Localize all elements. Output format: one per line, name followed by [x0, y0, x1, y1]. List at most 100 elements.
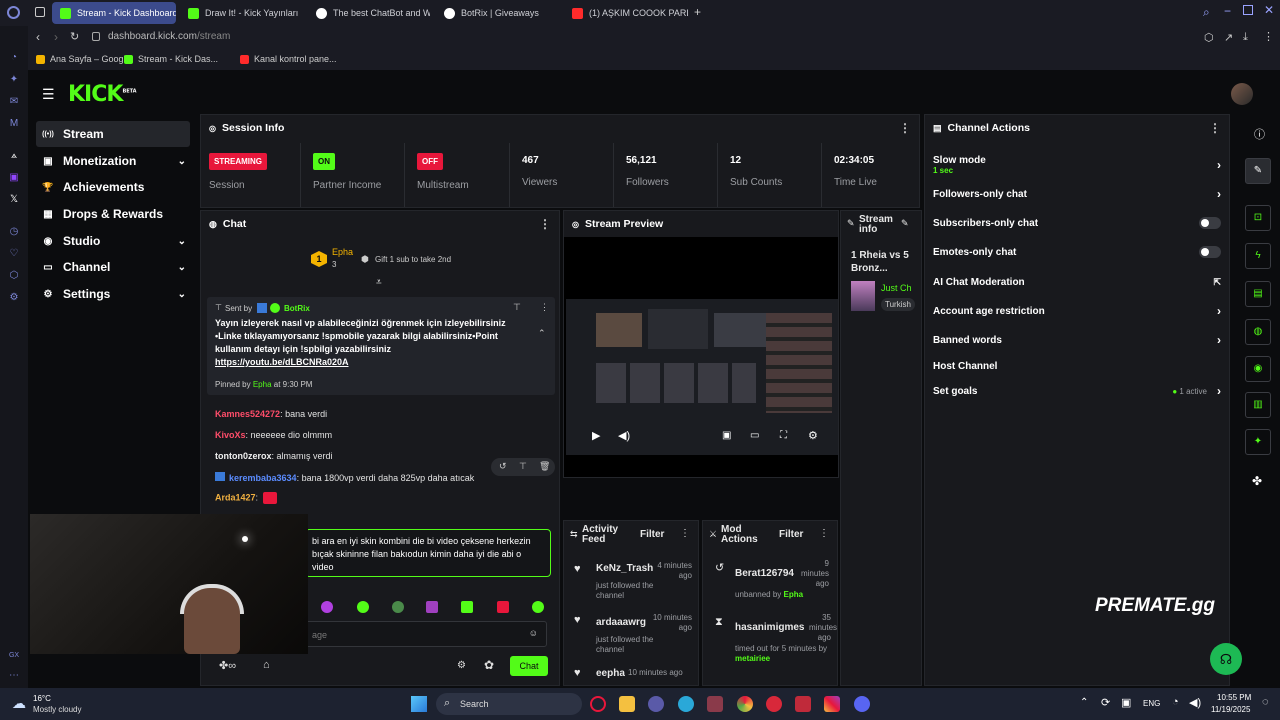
gx-icon[interactable]: GX: [8, 650, 20, 662]
mod-by[interactable]: Epha: [784, 590, 804, 599]
tab-botrix-giveaways[interactable]: BotRix | Giveaways: [436, 2, 560, 24]
url-field[interactable]: dashboard.kick.com/stream: [108, 31, 230, 42]
more-options-icon[interactable]: ⋮: [680, 528, 690, 539]
emote-icon[interactable]: [357, 601, 369, 613]
tray-icon[interactable]: ⟳: [1101, 696, 1110, 709]
opera-taskbar-icon[interactable]: [590, 696, 606, 712]
tray-icon[interactable]: ▣: [1121, 696, 1131, 709]
chat-send-button[interactable]: Chat: [510, 656, 548, 676]
minimize-icon[interactable]: −: [1224, 4, 1231, 18]
share-icon[interactable]: ↗: [1224, 31, 1233, 44]
explorer-icon[interactable]: [619, 696, 635, 712]
aria-icon[interactable]: ✦: [8, 74, 20, 86]
messenger-icon[interactable]: ✉: [8, 96, 20, 108]
pinned-more-icon[interactable]: ⋮: [540, 302, 549, 313]
bookmark-icon[interactable]: ♡: [8, 248, 20, 260]
more-options-icon[interactable]: ⋮: [899, 121, 911, 135]
action-host-channel[interactable]: Host Channel: [933, 359, 1221, 373]
notification-icon[interactable]: ◌: [1262, 696, 1269, 708]
back-icon[interactable]: ‹: [36, 30, 40, 44]
volume-icon[interactable]: ◀): [1189, 696, 1201, 709]
app-icon[interactable]: [648, 696, 664, 712]
pip-icon[interactable]: ▣: [722, 430, 731, 441]
tab-stream-dashboard[interactable]: Stream - Kick Dashboard: [52, 2, 176, 24]
app-icon[interactable]: [795, 696, 811, 712]
store-icon[interactable]: ⌂: [263, 659, 270, 671]
action-set-goals[interactable]: Set goals ● 1 active ›: [933, 384, 1221, 398]
bookmark-google[interactable]: Ana Sayfa – Googl...: [36, 54, 133, 64]
nav-studio[interactable]: ◉ Studio ⌄: [36, 228, 190, 254]
more-options-icon[interactable]: ⋮: [1209, 121, 1221, 135]
more-icon[interactable]: ⋯: [8, 670, 20, 682]
more-options-icon[interactable]: ⋮: [539, 217, 551, 231]
activity-user[interactable]: KeNz_Trash: [596, 563, 653, 574]
forward-icon[interactable]: ›: [54, 30, 58, 44]
instagram-icon[interactable]: [824, 696, 840, 712]
chat-bottom-left-icon[interactable]: ✤∞: [219, 659, 236, 672]
speed-dial-icon[interactable]: ◔: [8, 52, 20, 64]
nav-stream[interactable]: ((•)) Stream: [36, 121, 190, 147]
edge-icon[interactable]: [678, 696, 694, 712]
start-icon[interactable]: [411, 696, 427, 712]
mod-user[interactable]: Berat126794: [735, 568, 794, 579]
download-icon[interactable]: ⤓: [1243, 31, 1248, 44]
layout-icon[interactable]: ▥: [1245, 392, 1271, 418]
extensions-icon[interactable]: ⬡: [1204, 31, 1214, 44]
media-icon[interactable]: [766, 696, 782, 712]
pinned-link[interactable]: https://youtu.be/dLBCNRa020A: [215, 357, 349, 367]
discord-icon[interactable]: [854, 696, 870, 712]
camera-capture-icon[interactable]: ⊡: [1245, 205, 1271, 231]
send-message-field[interactable]: age ☺: [305, 621, 547, 647]
tray-chevron-icon[interactable]: ⌃: [1080, 697, 1088, 708]
lightning-icon[interactable]: ϟ: [1245, 243, 1271, 269]
action-account-age[interactable]: Account age restriction ›: [933, 304, 1221, 318]
edit-icon[interactable]: ✎: [901, 218, 909, 229]
taskbar-search[interactable]: ⌕ Search: [436, 693, 582, 715]
clock-time[interactable]: 10:55 PM: [1217, 693, 1251, 702]
activity-user[interactable]: ardaaawrg: [596, 617, 646, 628]
clock-date[interactable]: 11/19/2025: [1211, 705, 1250, 714]
tab-chatbot[interactable]: The best ChatBot and Wi: [308, 2, 430, 24]
puzzle-icon[interactable]: ✤: [1252, 474, 1262, 488]
nav-drops-rewards[interactable]: ▦ Drops & Rewards: [36, 201, 190, 227]
emote-icon[interactable]: [497, 601, 509, 613]
edit-icon[interactable]: ✎: [1245, 158, 1271, 184]
bookmark-kick[interactable]: Stream - Kick Das...: [124, 54, 218, 64]
unpin-icon[interactable]: ⊤: [513, 302, 521, 313]
action-ai-moderation[interactable]: AI Chat Moderation ⇱: [933, 275, 1221, 289]
play-icon[interactable]: ▶: [592, 429, 600, 442]
app-icon[interactable]: [707, 696, 723, 712]
mod-user[interactable]: hasanimigmes: [735, 622, 804, 633]
action-emotes-only[interactable]: Emotes-only chat: [933, 245, 1221, 259]
volume-icon[interactable]: ◀): [618, 429, 630, 442]
subscribers-only-toggle[interactable]: [1199, 217, 1221, 229]
action-followers-only[interactable]: Followers-only chat ›: [933, 187, 1221, 201]
twitch-icon[interactable]: ▣: [8, 172, 20, 184]
language-indicator[interactable]: ENG: [1143, 699, 1160, 708]
settings-icon[interactable]: ⚙: [8, 292, 20, 304]
opera-logo-icon[interactable]: [7, 6, 20, 19]
menu-icon[interactable]: ⋮: [1263, 30, 1274, 43]
nav-achievements[interactable]: 🏆 Achievements: [36, 174, 190, 200]
chat-user[interactable]: Kamnes524272: [215, 409, 280, 419]
history-icon[interactable]: ◷: [8, 226, 20, 238]
kick-icon[interactable]: ⟑: [8, 150, 20, 162]
radio-icon[interactable]: ◉: [1245, 356, 1271, 382]
emoji-icon[interactable]: ☺: [529, 628, 538, 638]
nav-settings[interactable]: ⚙ Settings ⌄: [36, 281, 190, 307]
collapse-icon[interactable]: ⩡: [376, 277, 382, 288]
chat-user[interactable]: Arda1427: [215, 492, 256, 502]
chat-user[interactable]: tonton0zerox: [215, 451, 272, 461]
action-slow-mode[interactable]: Slow mode 1 sec ›: [933, 153, 1221, 177]
chat-user[interactable]: KivoXs: [215, 430, 246, 440]
category-name[interactable]: Just Ch: [881, 283, 912, 293]
chat-input-box[interactable]: bi ara en iyi skin kombini die bi video …: [305, 529, 551, 577]
support-chat-icon[interactable]: ☊: [1210, 643, 1242, 675]
kick-logo[interactable]: KICKBETA: [68, 82, 137, 107]
delete-icon[interactable]: 🗑: [539, 461, 550, 472]
nav-monetization[interactable]: ▣ Monetization ⌄: [36, 148, 190, 174]
bookmark-youtube[interactable]: Kanal kontrol pane...: [240, 54, 337, 64]
expand-chevron-icon[interactable]: ⌃: [538, 328, 546, 339]
hamburger-menu-icon[interactable]: ☰: [42, 86, 55, 103]
tab-draw-it[interactable]: Draw It! - Kick Yayınları İç: [180, 2, 300, 24]
